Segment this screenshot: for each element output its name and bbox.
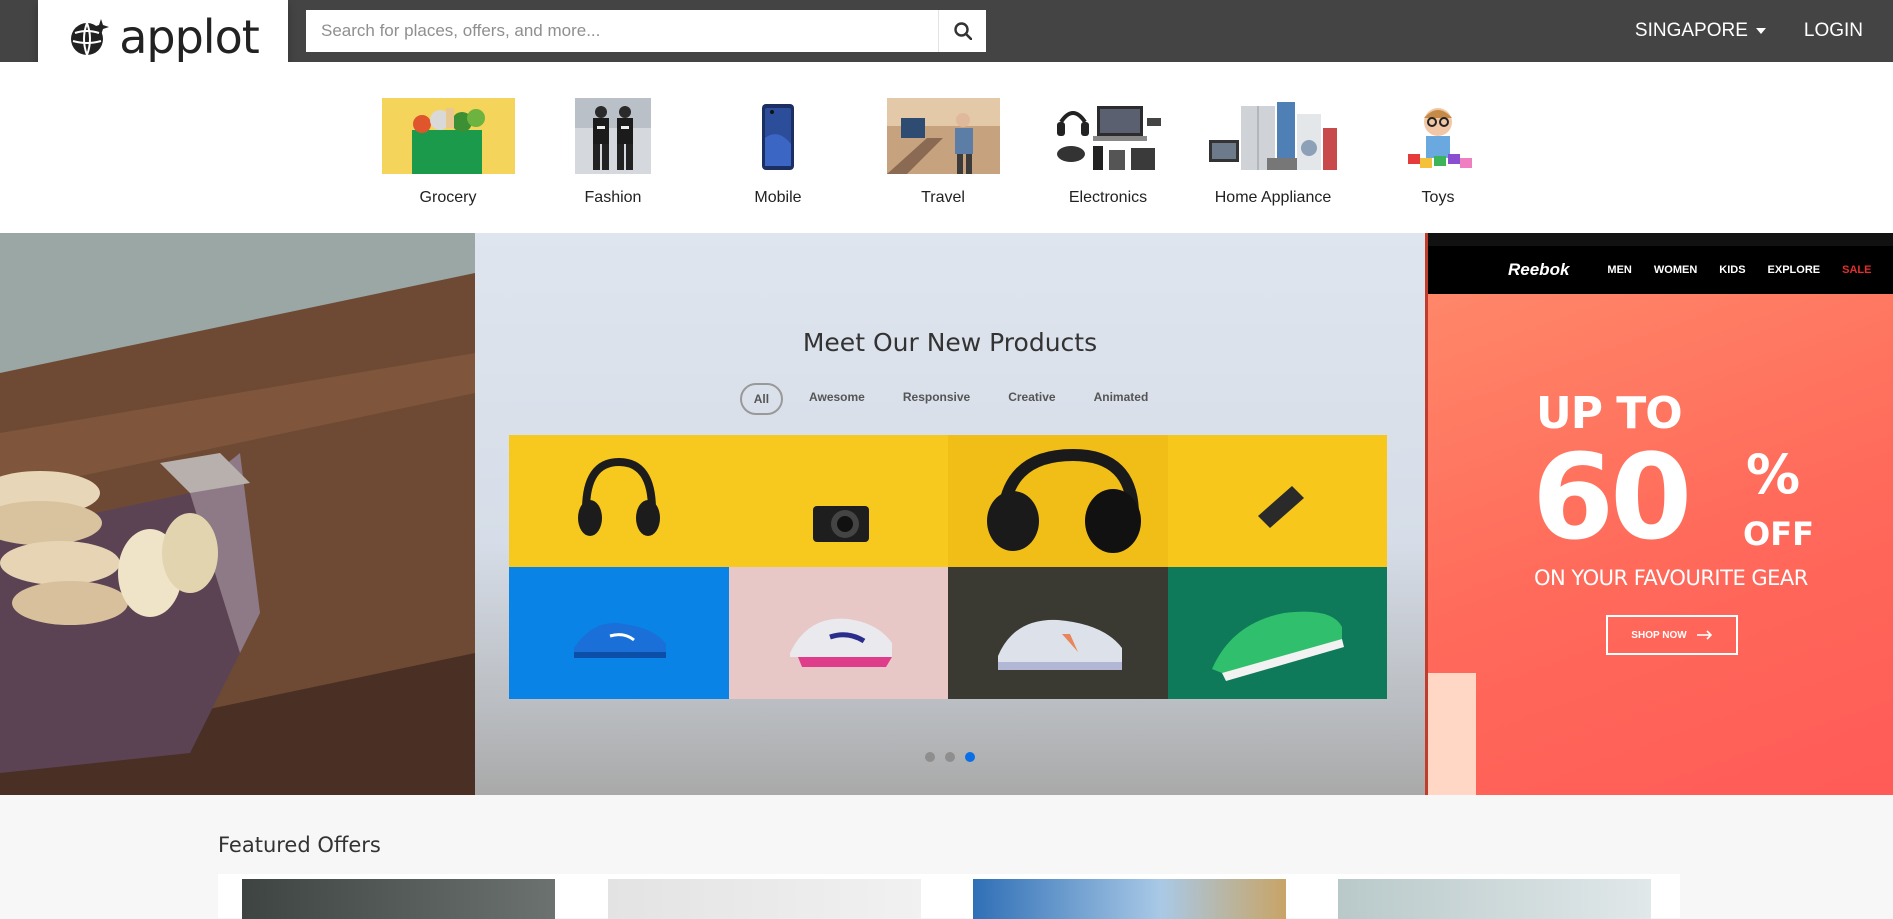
reebok-logo: Reebok bbox=[1508, 260, 1570, 279]
category-label: Home Appliance bbox=[1214, 189, 1332, 206]
featured-offers-row bbox=[218, 874, 1680, 919]
product-tile[interactable] bbox=[509, 567, 729, 699]
fashion-icon bbox=[575, 98, 651, 174]
product-filters: All Awesome Responsive Creative Animated bbox=[475, 383, 1425, 415]
filter-animated[interactable]: Animated bbox=[1082, 383, 1161, 415]
offer-card[interactable] bbox=[973, 879, 1286, 919]
product-grid bbox=[509, 435, 1387, 699]
camera-icon bbox=[813, 506, 870, 542]
mobile-phone-icon bbox=[762, 104, 794, 170]
hero-carousel: Meet Our New Products All Awesome Respon… bbox=[0, 233, 1893, 795]
carousel-dot-1[interactable] bbox=[925, 752, 935, 762]
category-label: Travel bbox=[921, 189, 965, 206]
search-icon bbox=[953, 22, 972, 40]
decorative-block bbox=[1428, 673, 1476, 795]
caret-down-icon bbox=[1755, 28, 1766, 34]
product-tile[interactable] bbox=[948, 567, 1168, 699]
region-label: SINGAPORE bbox=[1634, 20, 1748, 41]
toys-icon bbox=[1408, 108, 1472, 168]
login-link[interactable]: LOGIN bbox=[1804, 20, 1863, 42]
product-tile[interactable] bbox=[728, 435, 948, 567]
category-travel[interactable]: Travel bbox=[868, 98, 1018, 207]
filter-all[interactable]: All bbox=[739, 383, 784, 415]
product-tile[interactable] bbox=[728, 567, 948, 699]
promo-subtitle: ON YOUR FAVOURITE GEAR bbox=[1534, 566, 1808, 590]
shop-now-label: SHOP NOW bbox=[1631, 629, 1687, 641]
filter-awesome[interactable]: Awesome bbox=[797, 383, 877, 415]
slide-title: Meet Our New Products bbox=[802, 328, 1098, 357]
slide-previous[interactable] bbox=[0, 233, 475, 795]
product-tile[interactable] bbox=[509, 435, 729, 567]
travel-icon bbox=[886, 98, 1000, 174]
reebok-nav-item: EXPLORE bbox=[1767, 264, 1821, 276]
category-fashion[interactable]: Fashion bbox=[538, 98, 688, 207]
carousel-dot-3[interactable] bbox=[965, 752, 975, 762]
carousel-dots bbox=[475, 752, 1425, 762]
category-toys[interactable]: Toys bbox=[1363, 98, 1513, 207]
offer-card[interactable] bbox=[1338, 879, 1651, 919]
macaron-box-image bbox=[0, 233, 475, 795]
filter-responsive[interactable]: Responsive bbox=[891, 383, 982, 415]
featured-offers-heading: Featured Offers bbox=[218, 833, 381, 857]
headphones-icon bbox=[986, 448, 1141, 553]
category-label: Grocery bbox=[419, 189, 477, 206]
category-mobile[interactable]: Mobile bbox=[703, 98, 853, 207]
sneaker-icon bbox=[1212, 611, 1345, 681]
offer-card[interactable] bbox=[242, 879, 555, 919]
reebok-nav-item: SALE bbox=[1842, 264, 1872, 276]
arrow-right-icon bbox=[1696, 630, 1712, 640]
search-bar bbox=[306, 10, 986, 52]
filter-creative[interactable]: Creative bbox=[996, 383, 1067, 415]
reebok-nav-item: MEN bbox=[1607, 264, 1632, 276]
category-grocery[interactable]: Grocery bbox=[373, 98, 523, 207]
category-label: Toys bbox=[1421, 189, 1455, 206]
globe-logo-icon bbox=[71, 18, 110, 55]
category-label: Electronics bbox=[1068, 189, 1148, 206]
slide-current: Meet Our New Products All Awesome Respon… bbox=[475, 233, 1425, 795]
carousel-dot-2[interactable] bbox=[945, 752, 955, 762]
category-home-appliance[interactable]: Home Appliance bbox=[1198, 98, 1348, 207]
header-actions: SINGAPORE LOGIN bbox=[1635, 0, 1863, 62]
grocery-bag-icon bbox=[381, 98, 515, 174]
home-appliance-icon bbox=[1209, 102, 1337, 170]
category-strip: Grocery Fashion Mobile Travel Electronic… bbox=[0, 62, 1893, 233]
search-input[interactable] bbox=[306, 10, 938, 52]
sneaker-icon bbox=[790, 618, 893, 667]
electronics-icon bbox=[1057, 106, 1161, 170]
promo-percent-sign: % bbox=[1746, 443, 1801, 506]
slide-next[interactable]: Reebok MEN WOMEN KIDS EXPLORE SALE UP TO… bbox=[1425, 233, 1893, 795]
reebok-nav: Reebok MEN WOMEN KIDS EXPLORE SALE bbox=[1428, 246, 1893, 294]
category-label: Fashion bbox=[584, 189, 642, 206]
product-tile[interactable] bbox=[1167, 567, 1387, 699]
category-label: Mobile bbox=[754, 189, 802, 206]
promo-percent-number: 60 bbox=[1532, 428, 1692, 566]
smartphone-icon bbox=[1258, 486, 1305, 528]
search-button[interactable] bbox=[938, 10, 986, 52]
product-tile[interactable] bbox=[1167, 435, 1387, 567]
product-tile[interactable] bbox=[948, 435, 1168, 567]
offer-card[interactable] bbox=[608, 879, 921, 919]
shop-now-button[interactable]: SHOP NOW bbox=[1606, 615, 1738, 655]
reebok-nav-item: KIDS bbox=[1719, 264, 1746, 276]
banner-top-strip bbox=[1428, 233, 1893, 246]
headphones-icon bbox=[577, 457, 660, 536]
category-electronics[interactable]: Electronics bbox=[1033, 98, 1183, 207]
region-dropdown[interactable]: SINGAPORE bbox=[1635, 20, 1766, 42]
promo-off: OFF bbox=[1743, 515, 1814, 553]
sneaker-icon bbox=[997, 619, 1122, 670]
logo-text: applot bbox=[119, 9, 260, 64]
sneaker-icon bbox=[573, 623, 666, 658]
top-navbar: applot SINGAPORE LOGIN bbox=[0, 0, 1893, 73]
reebok-nav-item: WOMEN bbox=[1653, 264, 1698, 276]
